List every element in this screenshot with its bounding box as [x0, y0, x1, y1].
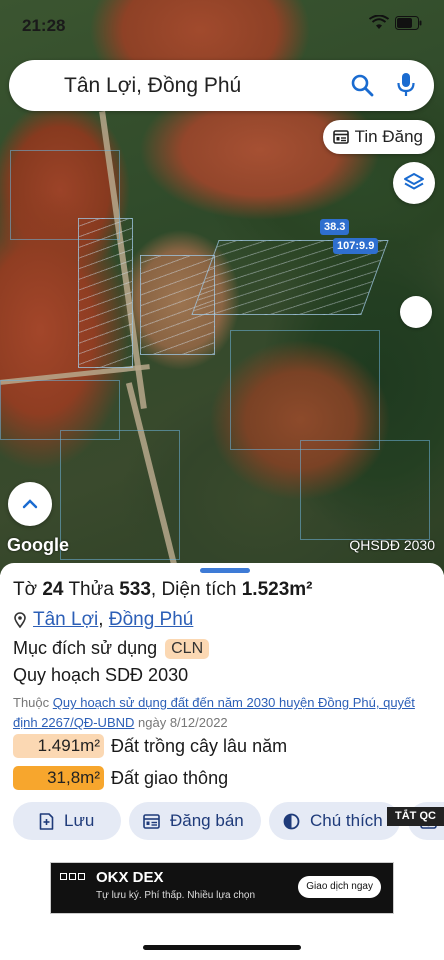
- land-area-row: 1.491m² Đất trồng cây lâu năm: [13, 734, 287, 758]
- map-parcel-outline: [10, 150, 120, 240]
- search-icon[interactable]: [350, 73, 374, 97]
- map-parcel-outline: [60, 430, 180, 560]
- land-purpose-badge: CLN: [165, 638, 210, 659]
- land-area-label: Đất trồng cây lâu năm: [111, 735, 288, 756]
- land-area-value: 1.491m²: [13, 734, 104, 758]
- parcel-info-sheet: Tờ 24 Thửa 533, Diện tích 1.523m² Tân Lợ…: [0, 563, 444, 960]
- dang-ban-button[interactable]: Đăng bán: [129, 802, 261, 840]
- battery-icon: [395, 15, 422, 30]
- location-separator: ,: [98, 609, 104, 630]
- sheet-handle[interactable]: [200, 568, 250, 573]
- parcel-sheet-label: Tờ: [13, 579, 38, 600]
- status-icons: [369, 15, 422, 30]
- layers-icon: [404, 173, 424, 190]
- save-label: Lưu: [64, 811, 95, 830]
- parcel-area-label: , Diện tích: [150, 579, 237, 600]
- listing-icon: [143, 813, 160, 829]
- plan-note-prefix: Thuộc: [13, 695, 50, 710]
- status-time: 21:28: [22, 16, 66, 35]
- land-area-value: 31,8m²: [13, 766, 104, 790]
- map-measure-label: 38.3: [320, 219, 350, 235]
- land-purpose-row: Mục đích sử dụng CLN: [13, 638, 210, 659]
- map-measure-label: 107:9.9: [333, 238, 379, 254]
- plan-note-date: ngày 8/12/2022: [138, 715, 228, 730]
- parcel-plot-number: 533: [119, 579, 151, 600]
- land-purpose-label: Mục đích sử dụng: [13, 638, 158, 658]
- plan-note: Thuộc Quy hoạch sử dụng đất đến năm 2030…: [13, 693, 433, 733]
- location-pin-icon: [14, 612, 26, 628]
- wifi-icon: [369, 15, 389, 29]
- plan-title: Quy hoạch SDĐ 2030: [13, 665, 189, 685]
- close-ad-button[interactable]: TẮT QC: [387, 807, 444, 826]
- chevron-up-icon: [22, 499, 38, 509]
- map-parcel-outline: [300, 440, 430, 540]
- home-indicator: [143, 945, 301, 950]
- ad-cta-button[interactable]: Giao dịch ngay: [298, 876, 381, 898]
- tin-dang-button[interactable]: Tin Đăng: [322, 120, 435, 154]
- half-circle-icon: [283, 813, 300, 829]
- land-area-label: Đất giao thông: [111, 767, 229, 788]
- parcel-plot-label: Thửa: [68, 579, 114, 600]
- parcel-area-value: 1.523m²: [241, 579, 313, 600]
- dang-ban-label: Đăng bán: [170, 811, 244, 830]
- layers-button[interactable]: [393, 162, 435, 204]
- save-plus-icon: [39, 812, 54, 830]
- land-area-row: 31,8m² Đất giao thông: [13, 766, 228, 790]
- layer-code-label: QHSDĐ 2030: [349, 537, 435, 553]
- search-bar[interactable]: Tân Lợi, Đồng Phú: [9, 60, 434, 111]
- save-button[interactable]: Lưu: [13, 802, 121, 840]
- expand-up-button[interactable]: [8, 482, 52, 526]
- microphone-icon[interactable]: [396, 72, 416, 98]
- action-bar: Lưu Đăng bán Chú thích: [13, 802, 444, 840]
- parcel-title: Tờ 24 Thửa 533, Diện tích 1.523m²: [13, 579, 313, 601]
- district-link[interactable]: Đồng Phú: [109, 609, 194, 630]
- listing-icon: [332, 130, 349, 144]
- commune-link[interactable]: Tân Lợi: [33, 609, 98, 630]
- map-parcel-hatched: [78, 218, 133, 368]
- map-view[interactable]: 21:28 Tân Lợi, Đồng Phú Tin Đăng 38.3 10…: [0, 0, 444, 575]
- parcel-sheet-number: 24: [42, 579, 64, 600]
- map-drag-handle[interactable]: [400, 296, 432, 328]
- tin-dang-label: Tin Đăng: [354, 127, 423, 146]
- chu-thich-label: Chú thích: [310, 811, 383, 830]
- status-bar: 21:28: [0, 0, 444, 50]
- ad-tagline: Tự lưu ký. Phí thấp. Nhiều lựa chọn: [96, 890, 256, 901]
- search-input[interactable]: Tân Lợi, Đồng Phú: [64, 74, 241, 98]
- map-parcel-outline: [230, 330, 380, 450]
- ad-banner[interactable]: OKX DEX Tự lưu ký. Phí thấp. Nhiều lựa c…: [50, 862, 394, 914]
- google-logo: Google: [7, 535, 69, 555]
- okx-logo-icon: [60, 873, 85, 880]
- parcel-location: Tân Lợi, Đồng Phú: [14, 609, 193, 631]
- ad-brand: OKX DEX: [96, 869, 164, 886]
- chu-thich-button[interactable]: Chú thích: [269, 802, 400, 840]
